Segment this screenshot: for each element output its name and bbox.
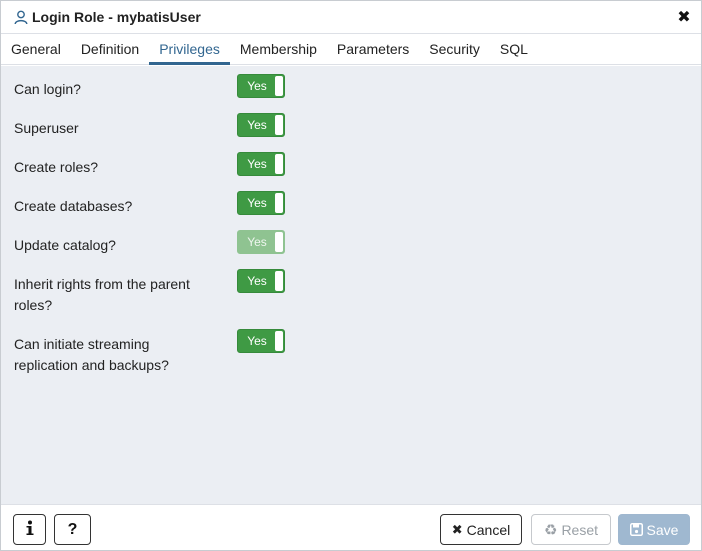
tab-sql[interactable]: SQL: [490, 34, 538, 64]
user-icon: [13, 9, 29, 25]
toggle-value: Yes: [247, 274, 267, 288]
privilege-label: Inherit rights from the parent roles?: [14, 276, 190, 313]
tab-membership[interactable]: Membership: [230, 34, 327, 64]
dialog-titlebar: Login Role - mybatisUser ✖: [1, 1, 701, 34]
toggle-knob: [275, 193, 283, 213]
cancel-button[interactable]: ✖ Cancel: [440, 514, 522, 545]
floppy-disk-icon: [629, 523, 643, 536]
toggle-knob: [275, 154, 283, 174]
create-databases-toggle[interactable]: Yes: [237, 191, 285, 215]
toggle-value: Yes: [247, 157, 267, 171]
tab-general[interactable]: General: [1, 34, 71, 64]
tab-privileges[interactable]: Privileges: [149, 34, 230, 65]
info-button[interactable]: [13, 514, 46, 545]
toggle-knob: [275, 76, 283, 96]
privilege-label: Superuser: [14, 120, 79, 136]
toggle-knob: [275, 271, 283, 291]
save-button: Save: [618, 514, 690, 545]
superuser-toggle[interactable]: Yes: [237, 113, 285, 137]
help-button[interactable]: ?: [54, 514, 91, 545]
streaming-replication-toggle[interactable]: Yes: [237, 329, 285, 353]
tab-security[interactable]: Security: [419, 34, 490, 64]
toggle-value: Yes: [247, 334, 267, 348]
privileges-panel: Can login? Yes Superuser Yes Create role…: [1, 66, 701, 504]
privilege-label: Can login?: [14, 81, 81, 97]
inherit-rights-toggle[interactable]: Yes: [237, 269, 285, 293]
close-icon[interactable]: ✖: [677, 9, 691, 26]
toggle-value: Yes: [247, 235, 267, 249]
reset-label: Reset: [561, 521, 599, 538]
privilege-label: Update catalog?: [14, 237, 116, 253]
tab-parameters[interactable]: Parameters: [327, 34, 419, 64]
privilege-label: Create databases?: [14, 198, 133, 214]
create-roles-toggle[interactable]: Yes: [237, 152, 285, 176]
info-icon: [25, 520, 35, 539]
save-label: Save: [646, 521, 679, 538]
can-login-toggle[interactable]: Yes: [237, 74, 285, 98]
toggle-knob: [275, 115, 283, 135]
toggle-knob: [275, 331, 283, 351]
login-role-dialog: Login Role - mybatisUser ✖ General Defin…: [0, 0, 702, 551]
privilege-label: Create roles?: [14, 159, 99, 175]
dialog-title: Login Role - mybatisUser: [32, 9, 201, 25]
tab-definition[interactable]: Definition: [71, 34, 149, 64]
toggle-value: Yes: [247, 118, 267, 132]
question-icon: ?: [67, 520, 78, 538]
toggle-value: Yes: [247, 196, 267, 210]
toggle-value: Yes: [247, 79, 267, 93]
cancel-label: Cancel: [466, 521, 511, 538]
dialog-footer: ? ✖ Cancel ♻ Reset Save: [1, 504, 701, 550]
privilege-label: Can initiate streaming replication and b…: [14, 336, 169, 373]
tab-bar: General Definition Privileges Membership…: [1, 34, 701, 65]
reset-button: ♻ Reset: [531, 514, 611, 545]
toggle-knob: [275, 232, 283, 252]
close-icon: ✖: [451, 521, 463, 537]
update-catalog-toggle: Yes: [237, 230, 285, 254]
recycle-icon: ♻: [543, 521, 558, 539]
